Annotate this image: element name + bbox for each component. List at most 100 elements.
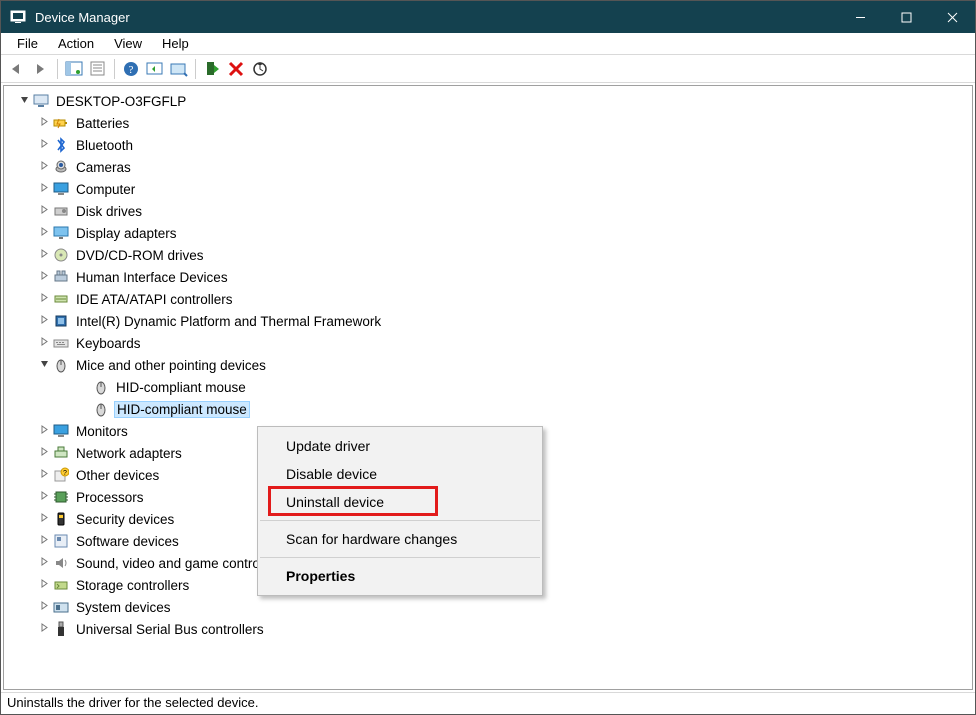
expander-icon[interactable]	[36, 469, 52, 481]
tree-category[interactable]: Mice and other pointing devices	[4, 354, 972, 376]
tree-item-label: DVD/CD-ROM drives	[74, 248, 206, 263]
window-controls	[837, 1, 975, 33]
ctx-scan-hardware[interactable]: Scan for hardware changes	[258, 525, 542, 553]
tree-category[interactable]: DVD/CD-ROM drives	[4, 244, 972, 266]
ctx-separator	[260, 557, 540, 558]
expander-icon[interactable]	[36, 513, 52, 525]
disable-device-button[interactable]	[167, 57, 191, 81]
minimize-button[interactable]	[837, 1, 883, 33]
tree-item-label: Intel(R) Dynamic Platform and Thermal Fr…	[74, 314, 383, 329]
ctx-uninstall-device[interactable]: Uninstall device	[258, 488, 542, 516]
svg-text:?: ?	[63, 470, 67, 477]
close-button[interactable]	[929, 1, 975, 33]
tree-item-label: Monitors	[74, 424, 130, 439]
expander-icon[interactable]	[36, 535, 52, 547]
menu-file[interactable]: File	[7, 34, 48, 53]
tree-item-label: HID-compliant mouse	[114, 401, 250, 418]
ctx-properties[interactable]: Properties	[258, 562, 542, 590]
tree-item-label: Disk drives	[74, 204, 144, 219]
computer-icon	[32, 92, 50, 110]
tree-item-label: Universal Serial Bus controllers	[74, 622, 266, 637]
tree-item-label: DESKTOP-O3FGFLP	[54, 94, 188, 109]
tree-category[interactable]: Human Interface Devices	[4, 266, 972, 288]
tree-item-label: Storage controllers	[74, 578, 191, 593]
tree-category[interactable]: System devices	[4, 596, 972, 618]
tree-item-label: Computer	[74, 182, 137, 197]
expander-icon[interactable]	[16, 95, 32, 107]
device-tree[interactable]: DESKTOP-O3FGFLP Batteries Bluetooth Cameras…	[3, 85, 973, 690]
expander-icon[interactable]	[36, 117, 52, 129]
tree-item-label: Display adapters	[74, 226, 179, 241]
tree-device[interactable]: HID-compliant mouse	[4, 398, 972, 420]
expander-icon[interactable]	[36, 227, 52, 239]
tree-item-label: Network adapters	[74, 446, 184, 461]
expander-icon[interactable]	[36, 579, 52, 591]
tree-category[interactable]: Computer	[4, 178, 972, 200]
tree-root[interactable]: DESKTOP-O3FGFLP	[4, 90, 972, 112]
tree-item-label: Other devices	[74, 468, 161, 483]
ctx-disable-device[interactable]: Disable device	[258, 460, 542, 488]
scan-hardware-button[interactable]	[248, 57, 272, 81]
tree-item-label: Batteries	[74, 116, 131, 131]
window-title: Device Manager	[35, 10, 837, 25]
tree-category[interactable]: Universal Serial Bus controllers	[4, 618, 972, 640]
expander-icon[interactable]	[36, 601, 52, 613]
security-icon	[52, 510, 70, 528]
menu-help[interactable]: Help	[152, 34, 199, 53]
tree-item-label: Bluetooth	[74, 138, 135, 153]
tree-item-label: Security devices	[74, 512, 176, 527]
tree-category[interactable]: Batteries	[4, 112, 972, 134]
hid-icon	[52, 268, 70, 286]
tree-device[interactable]: HID-compliant mouse	[4, 376, 972, 398]
expander-icon[interactable]	[36, 425, 52, 437]
system-icon	[52, 598, 70, 616]
expander-icon[interactable]	[36, 161, 52, 173]
forward-button[interactable]	[29, 57, 53, 81]
expander-icon[interactable]	[36, 447, 52, 459]
tree-category[interactable]: Disk drives	[4, 200, 972, 222]
tree-item-label: Mice and other pointing devices	[74, 358, 268, 373]
tree-category[interactable]: Bluetooth	[4, 134, 972, 156]
toolbar: ?	[1, 55, 975, 83]
usb-icon	[52, 620, 70, 638]
ctx-separator	[260, 520, 540, 521]
tree-item-label: HID-compliant mouse	[114, 380, 248, 395]
properties-button[interactable]	[86, 57, 110, 81]
expander-icon[interactable]	[36, 293, 52, 305]
expander-icon[interactable]	[36, 205, 52, 217]
expander-icon[interactable]	[36, 359, 52, 371]
tree-category[interactable]: IDE ATA/ATAPI controllers	[4, 288, 972, 310]
expander-icon[interactable]	[36, 557, 52, 569]
battery-icon	[52, 114, 70, 132]
uninstall-device-button[interactable]	[224, 57, 248, 81]
expander-icon[interactable]	[36, 139, 52, 151]
expander-icon[interactable]	[36, 183, 52, 195]
expander-icon[interactable]	[36, 249, 52, 261]
tree-category[interactable]: Intel(R) Dynamic Platform and Thermal Fr…	[4, 310, 972, 332]
storage-icon	[52, 576, 70, 594]
tree-item-label: Sound, video and game controllers	[74, 556, 287, 571]
tree-category[interactable]: Display adapters	[4, 222, 972, 244]
back-button[interactable]	[5, 57, 29, 81]
chip-icon	[52, 312, 70, 330]
menu-view[interactable]: View	[104, 34, 152, 53]
help-button[interactable]: ?	[119, 57, 143, 81]
expander-icon[interactable]	[36, 271, 52, 283]
menu-action[interactable]: Action	[48, 34, 104, 53]
enable-device-button[interactable]	[200, 57, 224, 81]
keyboard-icon	[52, 334, 70, 352]
expander-icon[interactable]	[36, 623, 52, 635]
show-hide-tree-button[interactable]	[62, 57, 86, 81]
expander-icon[interactable]	[36, 315, 52, 327]
tree-category[interactable]: Cameras	[4, 156, 972, 178]
expander-icon[interactable]	[36, 491, 52, 503]
tree-category[interactable]: Keyboards	[4, 332, 972, 354]
ctx-update-driver[interactable]: Update driver	[258, 432, 542, 460]
update-driver-button[interactable]	[143, 57, 167, 81]
disk-icon	[52, 202, 70, 220]
network-icon	[52, 444, 70, 462]
mouse-icon	[92, 400, 110, 418]
expander-icon[interactable]	[36, 337, 52, 349]
camera-icon	[52, 158, 70, 176]
maximize-button[interactable]	[883, 1, 929, 33]
